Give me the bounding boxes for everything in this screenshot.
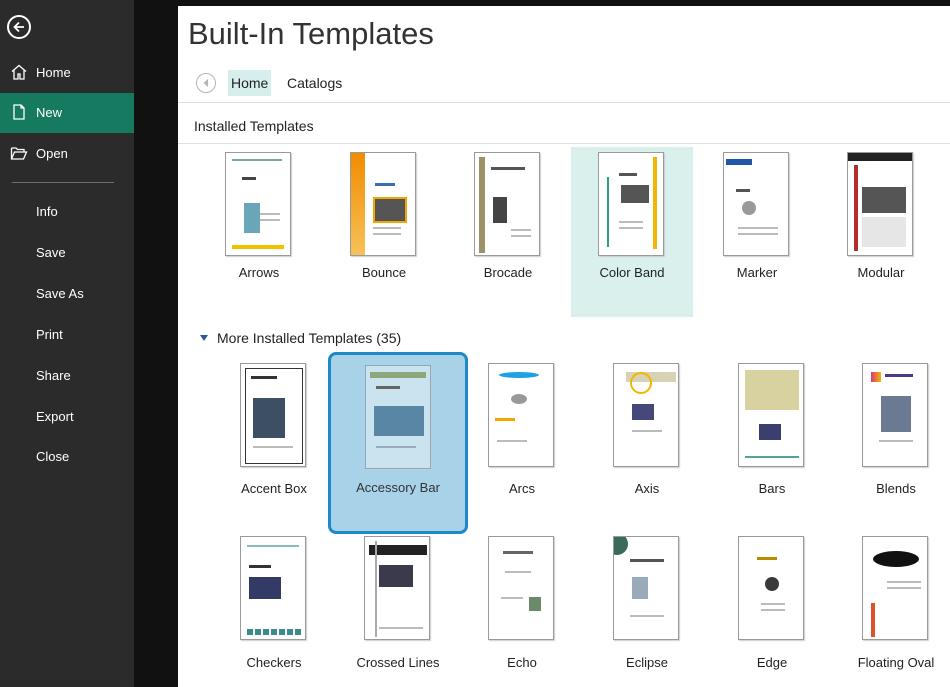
nav-info[interactable]: Info (0, 192, 134, 232)
sidebar-gutter (134, 0, 178, 687)
nav-share-label: Share (36, 368, 71, 383)
nav-open[interactable]: Open (0, 134, 134, 174)
template-gallery: Built-In Templates Home Catalogs Install… (178, 6, 950, 687)
divider (178, 143, 950, 144)
template-name: Modular (857, 265, 905, 280)
template-tile-accessory-bar[interactable]: Accessory Bar (328, 352, 468, 534)
nav-export[interactable]: Export (0, 397, 134, 437)
template-name: Axis (634, 481, 660, 496)
template-name: Brocade (483, 265, 533, 280)
template-tile-edge[interactable]: Edge (711, 533, 833, 683)
template-thumbnail (723, 152, 789, 256)
installed-templates-heading: Installed Templates (194, 118, 314, 134)
template-tile-accent-box[interactable]: Accent Box (213, 358, 335, 534)
template-thumbnail (240, 363, 306, 467)
nav-close[interactable]: Close (0, 437, 134, 477)
new-document-icon (10, 103, 28, 121)
template-name: Marker (736, 265, 778, 280)
template-name: Floating Oval (857, 655, 935, 670)
nav-home-label: Home (36, 65, 71, 80)
template-thumbnail (613, 363, 679, 467)
template-thumbnail (598, 152, 664, 256)
template-name: Arcs (509, 481, 535, 496)
more-installed-heading: More Installed Templates (35) (217, 330, 402, 346)
nav-print[interactable]: Print (0, 315, 134, 355)
template-thumbnail (847, 152, 913, 256)
template-tile-bars[interactable]: Bars (711, 358, 833, 534)
nav-print-label: Print (36, 327, 63, 342)
template-name: Echo (507, 655, 537, 670)
template-thumbnail (474, 152, 540, 256)
nav-save-as[interactable]: Save As (0, 274, 134, 314)
breadcrumb-home[interactable]: Home (228, 70, 272, 96)
template-name: Accessory Bar (356, 480, 440, 495)
template-tile-axis[interactable]: Axis (586, 358, 708, 534)
template-name: Eclipse (626, 655, 668, 670)
template-tile-arcs[interactable]: Arcs (461, 358, 583, 534)
template-thumbnail (738, 536, 804, 640)
nav-new-label: New (36, 105, 63, 120)
template-name: Blends (876, 481, 916, 496)
template-name: Bounce (361, 265, 407, 280)
template-tile-modular[interactable]: Modular (820, 147, 942, 317)
page-title: Built-In Templates (188, 16, 434, 51)
nav-save-label: Save (36, 245, 66, 260)
template-thumbnail (613, 536, 679, 640)
nav-export-label: Export (36, 409, 74, 424)
template-thumbnail (488, 536, 554, 640)
template-tile-echo[interactable]: Echo (461, 533, 583, 683)
nav-new[interactable]: New (0, 93, 134, 133)
template-tile-floating-oval[interactable]: Floating Oval (835, 533, 950, 683)
template-thumbnail (350, 152, 416, 256)
template-thumbnail (365, 365, 431, 469)
nav-save-as-label: Save As (36, 286, 84, 301)
collapse-arrow-icon (200, 335, 208, 341)
template-tile-crossed-lines[interactable]: Crossed Lines (337, 533, 459, 683)
template-thumbnail (488, 363, 554, 467)
template-name: Accent Box (241, 481, 307, 496)
template-tile-brocade[interactable]: Brocade (447, 147, 569, 317)
template-thumbnail (738, 363, 804, 467)
backstage-sidebar: Home New Open Info Save Save As Print Sh… (0, 0, 134, 687)
template-tile-bounce[interactable]: Bounce (323, 147, 445, 317)
breadcrumb-catalogs[interactable]: Catalogs (287, 75, 342, 91)
breadcrumb-back-icon[interactable] (196, 73, 216, 93)
more-installed-toggle[interactable]: More Installed Templates (35) (200, 330, 401, 346)
nav-save[interactable]: Save (0, 233, 134, 273)
template-name: Crossed Lines (356, 655, 440, 670)
back-arrow-icon[interactable] (7, 15, 31, 39)
template-thumbnail (862, 536, 928, 640)
nav-info-label: Info (36, 204, 58, 219)
divider (178, 102, 950, 103)
template-tile-eclipse[interactable]: Eclipse (586, 533, 708, 683)
template-thumbnail (364, 536, 430, 640)
template-name: Bars (758, 481, 786, 496)
nav-share[interactable]: Share (0, 356, 134, 396)
template-thumbnail (225, 152, 291, 256)
open-folder-icon (10, 144, 28, 162)
home-icon (10, 63, 28, 81)
template-name: Color Band (599, 265, 665, 280)
nav-home[interactable]: Home (0, 53, 134, 93)
nav-open-label: Open (36, 146, 68, 161)
template-name: Checkers (246, 655, 302, 670)
template-name: Arrows (238, 265, 280, 280)
template-tile-arrows[interactable]: Arrows (198, 147, 320, 317)
template-tile-color-band[interactable]: Color Band (571, 147, 693, 317)
template-name: Edge (756, 655, 788, 670)
template-tile-marker[interactable]: Marker (696, 147, 818, 317)
template-tile-blends[interactable]: Blends (835, 358, 950, 534)
template-thumbnail (862, 363, 928, 467)
template-tile-checkers[interactable]: Checkers (213, 533, 335, 683)
template-thumbnail (240, 536, 306, 640)
nav-close-label: Close (36, 449, 70, 464)
nav-divider (12, 182, 114, 183)
